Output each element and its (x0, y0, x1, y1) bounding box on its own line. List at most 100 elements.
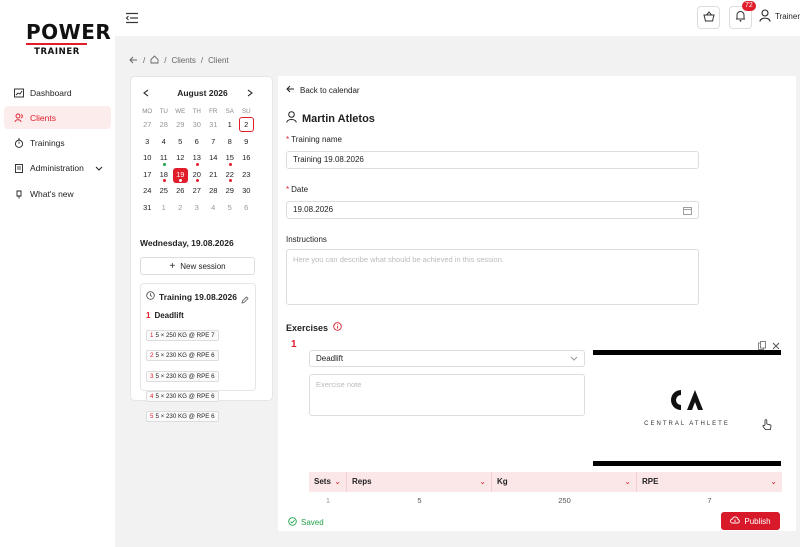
calendar-day[interactable]: 24 (139, 183, 156, 200)
calendar-day[interactable]: 19 (172, 167, 189, 184)
calendar-day[interactable]: 1 (156, 200, 173, 217)
calendar-day[interactable]: 13 (189, 150, 206, 167)
notifications-button[interactable]: 72 (729, 1, 756, 29)
calendar-day[interactable]: 27 (189, 183, 206, 200)
instructions-textarea[interactable]: Here you can describe what should be ach… (286, 249, 699, 305)
home-icon[interactable] (150, 55, 159, 66)
user-icon (759, 9, 771, 24)
training-name-input[interactable]: Training 19.08.2026 (286, 151, 699, 169)
info-icon[interactable] (333, 322, 342, 333)
calendar-day[interactable]: 2 (172, 200, 189, 217)
notification-badge: 72 (742, 1, 756, 11)
column-header-sets[interactable]: Sets ⌄ (309, 472, 347, 492)
calendar-day[interactable]: 2 (238, 117, 255, 134)
calendar-day[interactable]: 4 (156, 134, 173, 151)
calendar-day[interactable]: 3 (139, 134, 156, 151)
calendar-day[interactable]: 1 (222, 117, 239, 134)
calendar-day[interactable]: 8 (222, 134, 239, 151)
set-chip-text: 5 × 230 KG @ RPE 6 (155, 352, 215, 360)
exercise-note-textarea[interactable]: Exercise note (309, 374, 585, 416)
calendar-day-number: 24 (143, 186, 152, 195)
calendar-day[interactable]: 3 (189, 200, 206, 217)
calendar-day[interactable]: 23 (238, 167, 255, 184)
calendar-day[interactable]: 16 (238, 150, 255, 167)
publish-label: Publish (744, 516, 771, 526)
arrow-left-icon[interactable] (129, 56, 138, 66)
calendar-day[interactable]: 26 (172, 183, 189, 200)
calendar-day[interactable]: 25 (156, 183, 173, 200)
calendar-day[interactable]: 28 (156, 117, 173, 134)
calendar-day[interactable]: 7 (205, 134, 222, 151)
session-title-text: Training 19.08.2026 (159, 291, 237, 302)
set-chip-number: 2 (150, 352, 154, 360)
calendar-day-number: 17 (143, 169, 152, 179)
back-to-calendar-link[interactable]: Back to calendar (286, 85, 360, 95)
column-header-kg[interactable]: Kg ⌄ (492, 472, 637, 492)
calendar-day[interactable]: 14 (205, 150, 222, 167)
reps-cell[interactable]: 5 (347, 492, 492, 506)
sidebar-item-whats-new[interactable]: What's new (4, 182, 111, 205)
user-menu[interactable]: Trainer (759, 9, 800, 24)
basket-button[interactable] (697, 6, 720, 29)
breadcrumb-separator: / (164, 56, 167, 65)
calendar-day[interactable]: 11 (156, 150, 173, 167)
calendar-day[interactable]: 9 (238, 134, 255, 151)
instructions-label: Instructions (286, 235, 327, 244)
exercise-video[interactable]: CENTRAL ATHLETE (593, 350, 781, 466)
calendar-day[interactable]: 29 (222, 183, 239, 200)
sets-table: Sets ⌄ Reps ⌄ Kg ⌄ RPE ⌄ 1 5 250 7 (309, 472, 782, 506)
publish-button[interactable]: Publish (721, 512, 780, 530)
rpe-cell[interactable]: 7 (637, 492, 782, 506)
calendar-day[interactable]: 15 (222, 150, 239, 167)
date-label: * Date (286, 185, 309, 194)
back-link-label: Back to calendar (300, 85, 360, 95)
calendar-day[interactable]: 30 (238, 183, 255, 200)
column-header-rpe[interactable]: RPE ⌄ (637, 472, 782, 492)
calendar-day[interactable]: 5 (222, 200, 239, 217)
session-exercise-name: Deadlift (154, 311, 184, 320)
calendar-icon[interactable] (683, 205, 692, 221)
calendar-day[interactable]: 30 (189, 117, 206, 134)
column-header-reps[interactable]: Reps ⌄ (347, 472, 492, 492)
calendar-day[interactable]: 22 (222, 167, 239, 184)
breadcrumb-clients[interactable]: Clients (171, 56, 195, 65)
calendar-day[interactable]: 12 (172, 150, 189, 167)
calendar-day[interactable]: 10 (139, 150, 156, 167)
sidebar-item-clients[interactable]: Clients (4, 106, 111, 130)
calendar-day[interactable]: 29 (172, 117, 189, 134)
new-session-button[interactable]: + New session (140, 257, 255, 275)
sidebar-item-trainings[interactable]: Trainings (4, 132, 111, 155)
breadcrumb-separator: / (143, 56, 146, 65)
calendar-day[interactable]: 18 (156, 167, 173, 184)
calendar-day[interactable]: 17 (139, 167, 156, 184)
sidebar-item-dashboard[interactable]: Dashboard (4, 81, 111, 104)
exercise-select[interactable]: Deadlift (309, 350, 585, 367)
calendar-day[interactable]: 6 (189, 134, 206, 151)
set-chip: 35 × 230 KG @ RPE 6 (146, 370, 219, 382)
menu-collapse-icon[interactable] (125, 11, 139, 24)
calendar-day[interactable]: 20 (189, 167, 206, 184)
calendar-day[interactable]: 31 (139, 200, 156, 217)
calendar-day[interactable]: 6 (238, 200, 255, 217)
sidebar-item-administration[interactable]: Administration (4, 157, 111, 180)
sidebar-item-label: Dashboard (30, 87, 72, 98)
calendar-day[interactable]: 31 (205, 117, 222, 134)
calendar-day[interactable]: 21 (205, 167, 222, 184)
calendar-day[interactable]: 28 (205, 183, 222, 200)
date-input[interactable]: 19.08.2026 (286, 201, 699, 219)
cloud-upload-icon (730, 516, 741, 526)
session-card[interactable]: Training 19.08.2026 1 Deadlift 15 × 250 K… (140, 283, 256, 423)
chevron-right-icon[interactable] (244, 87, 256, 99)
training-name-label: * Training name (286, 135, 342, 144)
sets-table-header: Sets ⌄ Reps ⌄ Kg ⌄ RPE ⌄ (309, 472, 782, 492)
kg-cell[interactable]: 250 (492, 492, 637, 506)
chevron-down-icon: ⌄ (624, 477, 631, 486)
set-chip: 45 × 230 KG @ RPE 6 (146, 390, 219, 402)
calendar-day[interactable]: 5 (172, 134, 189, 151)
calendar-day[interactable]: 4 (205, 200, 222, 217)
calendar-day[interactable]: 27 (139, 117, 156, 134)
table-row: 1 5 250 7 (309, 492, 782, 506)
edit-pencil-icon[interactable] (241, 291, 249, 309)
logo[interactable]: POWER TRAINER (26, 22, 111, 57)
set-chip-text: 5 × 230 KG @ RPE 6 (155, 413, 215, 421)
